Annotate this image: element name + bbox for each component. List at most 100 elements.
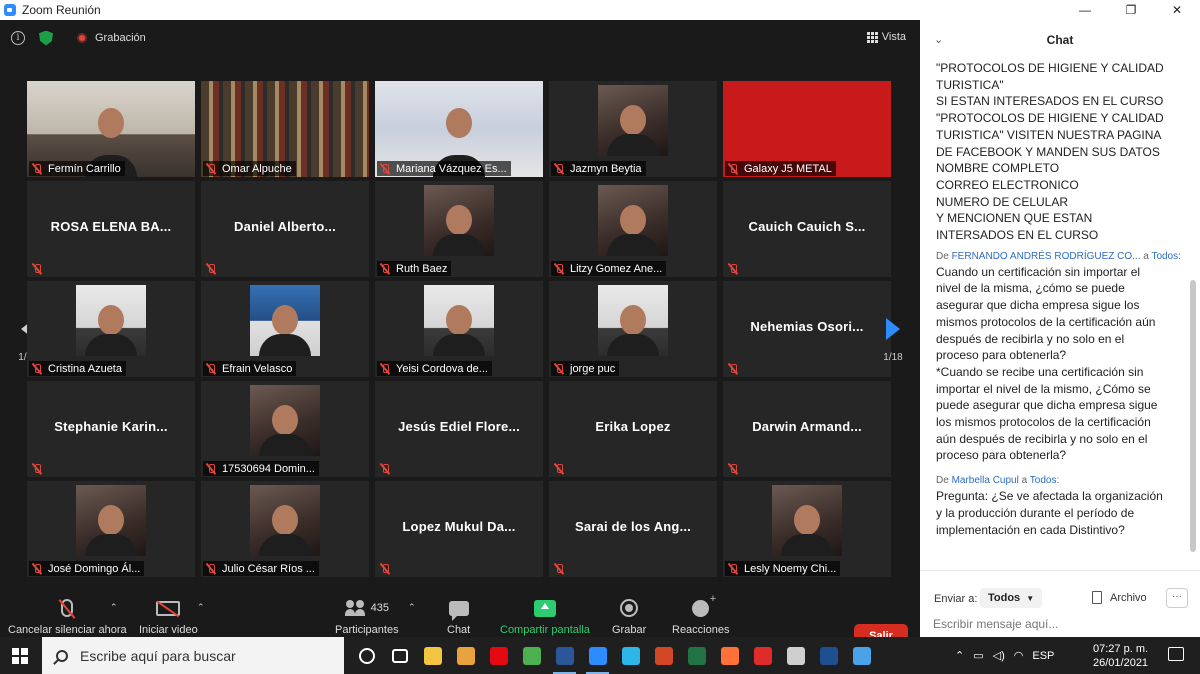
taskbar-search[interactable] xyxy=(42,637,344,674)
participant-video xyxy=(598,185,668,256)
system-tray: ⌃ ▭ ◁) ◠ ESP xyxy=(955,637,1063,674)
mic-muted-icon xyxy=(31,363,43,375)
recording-label[interactable]: Grabación xyxy=(95,32,146,44)
cortana-icon[interactable] xyxy=(350,637,383,674)
participant-tile[interactable]: Yeisi Cordova de... xyxy=(375,281,543,377)
audio-options-chevron-icon[interactable]: ⌃ xyxy=(110,602,118,613)
participant-tile[interactable]: Ruth Baez xyxy=(375,181,543,277)
mic-muted-icon xyxy=(379,463,391,475)
security-shield-icon[interactable] xyxy=(39,30,53,46)
media-icon[interactable] xyxy=(449,637,482,674)
participant-tile[interactable]: Julio César Ríos ... xyxy=(201,481,369,577)
task-view-icon[interactable] xyxy=(383,637,416,674)
sender-name[interactable]: Marbella Cupul xyxy=(952,475,1019,486)
close-button[interactable]: ✕ xyxy=(1154,0,1200,20)
minimize-button[interactable]: — xyxy=(1062,0,1108,20)
wifi-icon[interactable]: ◠ xyxy=(1014,649,1024,662)
start-video-label: Iniciar video xyxy=(139,624,198,636)
start-video-button[interactable]: Iniciar video xyxy=(139,598,198,636)
participant-tile[interactable]: Jazmyn Beytia xyxy=(549,81,717,177)
record-button[interactable]: Grabar xyxy=(612,598,646,636)
participant-tile[interactable]: Lesly Noemy Chi... xyxy=(723,481,891,577)
tray-chevron-icon[interactable]: ⌃ xyxy=(955,649,964,662)
sender-prefix: De xyxy=(936,250,949,262)
recipient-name[interactable]: Todos: xyxy=(1030,475,1059,486)
participant-tile[interactable]: José Domingo Ál... xyxy=(27,481,195,577)
participant-tile[interactable]: Nehemias Osori... xyxy=(723,281,891,377)
chrome-icon[interactable] xyxy=(515,637,548,674)
participant-tile[interactable]: Erika Lopez xyxy=(549,381,717,477)
word-icon[interactable] xyxy=(548,637,581,674)
language-indicator[interactable]: ESP xyxy=(1032,650,1054,662)
participant-name-label xyxy=(203,261,226,276)
participant-tile[interactable]: Sarai de los Ang... xyxy=(549,481,717,577)
view-label: Vista xyxy=(881,31,906,43)
next-page-nav[interactable]: 1/18 xyxy=(873,310,913,390)
chat-message-input[interactable] xyxy=(933,615,1183,633)
taskbar-clock[interactable]: 07:27 p. m. 26/01/2021 xyxy=(1093,642,1148,670)
participant-tile[interactable]: Jesús Ediel Flore... xyxy=(375,381,543,477)
participant-face xyxy=(446,304,472,335)
powerpoint-icon[interactable] xyxy=(647,637,680,674)
bold-app-icon[interactable] xyxy=(812,637,845,674)
participant-tile[interactable]: Lopez Mukul Da... xyxy=(375,481,543,577)
maximize-button[interactable]: ❐ xyxy=(1108,0,1154,20)
participant-tile[interactable]: Litzy Gomez Ane... xyxy=(549,181,717,277)
participant-tile[interactable]: Galaxy J5 METAL xyxy=(723,81,891,177)
arrow-right-icon[interactable] xyxy=(886,318,900,340)
video-options-chevron-icon[interactable]: ⌃ xyxy=(197,602,205,613)
network-icon[interactable]: ▭ xyxy=(973,649,983,662)
file-explorer-icon[interactable] xyxy=(416,637,449,674)
participant-tile[interactable]: Daniel Alberto... xyxy=(201,181,369,277)
recipient-dropdown[interactable]: Todos ▼ xyxy=(980,588,1043,608)
participant-tile[interactable]: Stephanie Karin... xyxy=(27,381,195,477)
volume-icon[interactable]: ◁) xyxy=(993,649,1005,662)
view-button[interactable]: Vista xyxy=(866,31,906,43)
participant-tile[interactable]: ROSA ELENA BA... xyxy=(27,181,195,277)
participant-name: Efrain Velasco xyxy=(222,362,293,375)
acrobat-icon[interactable] xyxy=(746,637,779,674)
store-icon[interactable] xyxy=(779,637,812,674)
more-options-button[interactable]: ··· xyxy=(1166,588,1188,608)
info-icon[interactable]: i xyxy=(11,31,25,45)
participant-tile[interactable]: 17530694 Domin... xyxy=(201,381,369,477)
participant-tile[interactable]: Cauich Cauich S... xyxy=(723,181,891,277)
unmute-button[interactable]: Cancelar silenciar ahora xyxy=(8,598,127,636)
chat-message-line: *Cuando se recibe una certificación sin xyxy=(936,364,1144,379)
file-button[interactable]: Archivo xyxy=(1092,591,1147,604)
reactions-label: Reacciones xyxy=(672,624,730,636)
zoom-icon[interactable] xyxy=(581,637,614,674)
notifications-icon[interactable] xyxy=(1168,647,1184,661)
firefox-icon[interactable] xyxy=(713,637,746,674)
participant-tile[interactable]: jorge puc xyxy=(549,281,717,377)
sender-name[interactable]: FERNANDO ANDRÉS RODRÍGUEZ CO... xyxy=(952,251,1141,262)
mic-muted-icon xyxy=(553,263,565,275)
participant-face xyxy=(98,504,124,535)
mail-icon[interactable] xyxy=(845,637,878,674)
participants-button[interactable]: 435 Participantes xyxy=(335,598,399,636)
chat-button[interactable]: Chat xyxy=(447,598,470,636)
reactions-button[interactable]: Reacciones xyxy=(672,593,730,637)
participant-tile[interactable]: Efrain Velasco xyxy=(201,281,369,377)
chat-message-line: mismos protocolos de la certificación aú… xyxy=(936,314,1156,329)
recipient-name[interactable]: Todos: xyxy=(1151,251,1180,262)
participants-options-chevron-icon[interactable]: ⌃ xyxy=(408,602,416,613)
cortana-icon-glyph xyxy=(358,647,375,664)
participant-tile[interactable]: Fermín Carrillo xyxy=(27,81,195,177)
taskbar-search-input[interactable] xyxy=(80,647,340,664)
participant-tile[interactable]: Omar Alpuche xyxy=(201,81,369,177)
participant-display-name: Cauich Cauich S... xyxy=(748,219,866,234)
participant-tile[interactable]: Darwin Armand... xyxy=(723,381,891,477)
participant-face xyxy=(272,304,298,335)
share-screen-button[interactable]: Compartir pantalla xyxy=(500,598,590,636)
edge-icon[interactable] xyxy=(614,637,647,674)
excel-icon[interactable] xyxy=(680,637,713,674)
chat-panel: ⌄ Chat "PROTOCOLOS DE HIGIENE Y CALIDAD T… xyxy=(920,20,1200,637)
task-view-icon-glyph xyxy=(391,648,408,663)
netflix-icon[interactable] xyxy=(482,637,515,674)
zoom-app-icon xyxy=(4,4,16,16)
participant-tile[interactable]: Mariana Vázquez Es... xyxy=(375,81,543,177)
participant-tile[interactable]: Cristina Azueta xyxy=(27,281,195,377)
chat-scrollbar[interactable] xyxy=(1190,280,1196,552)
windows-start-icon[interactable] xyxy=(12,648,28,664)
